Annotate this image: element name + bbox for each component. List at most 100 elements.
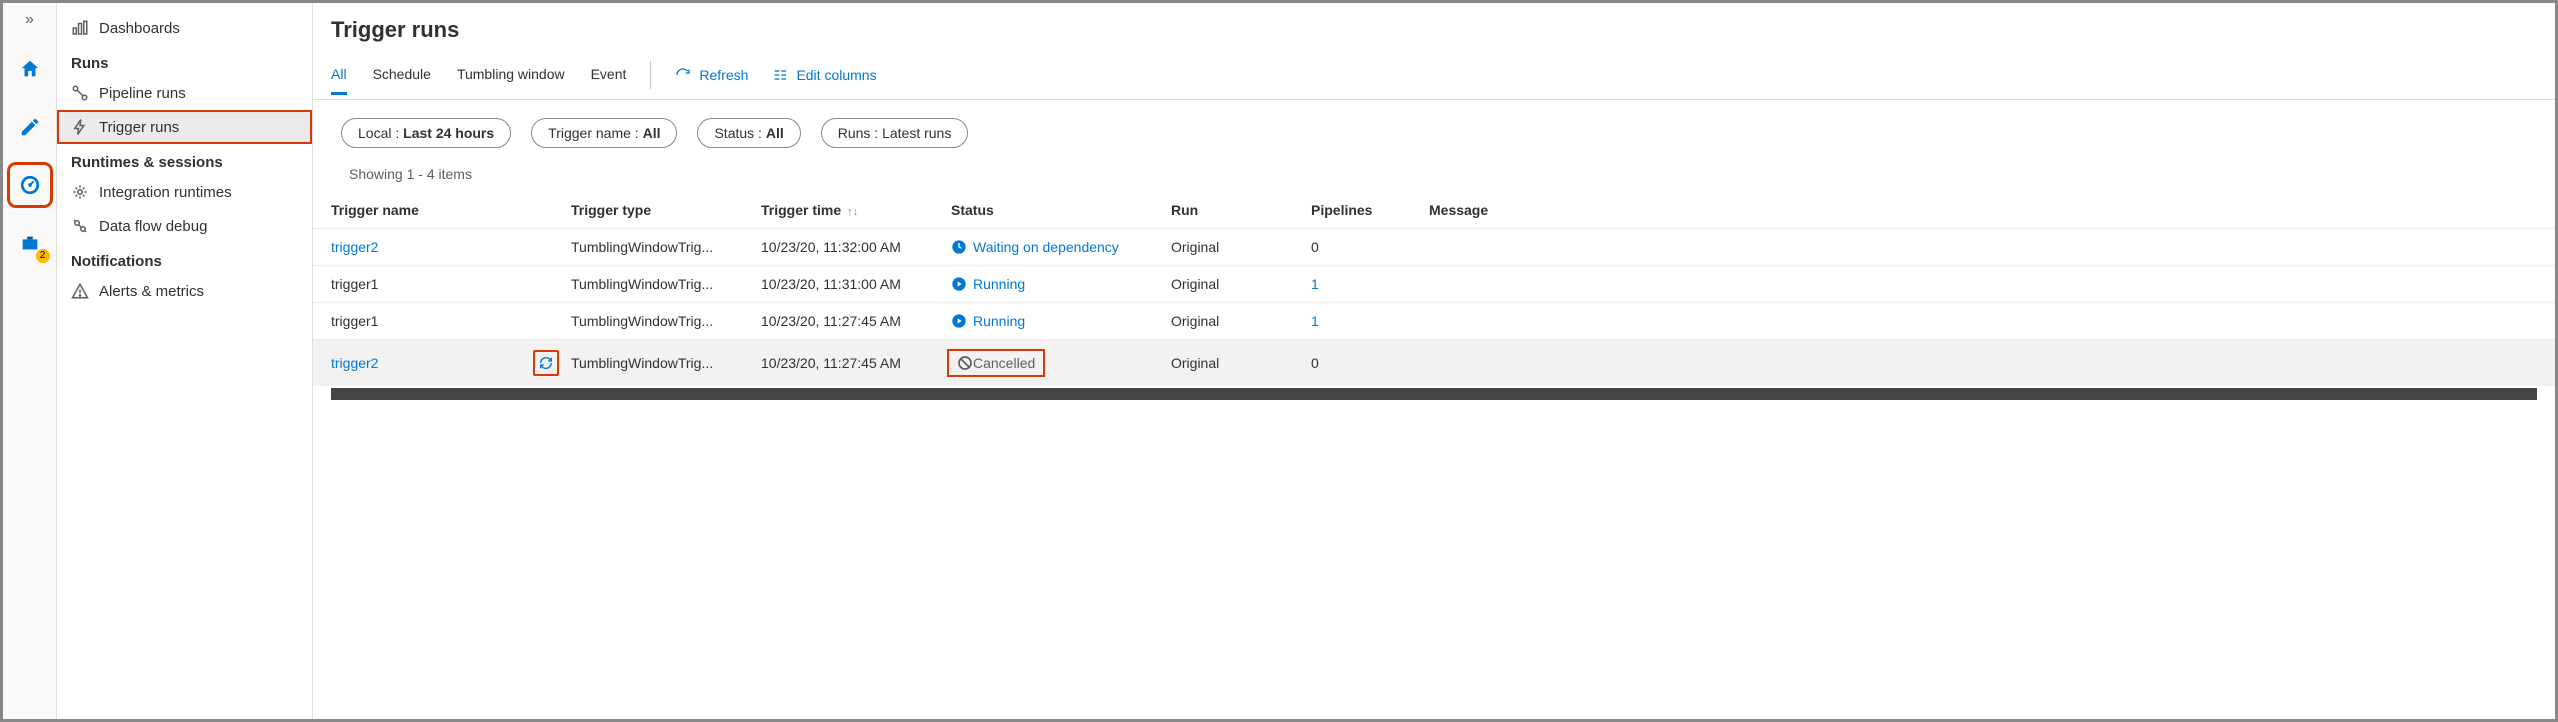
rail-manage[interactable]: 2 xyxy=(12,225,48,261)
tabs: All Schedule Tumbling window Event xyxy=(331,66,626,95)
sidebar-item-dashboards[interactable]: Dashboards xyxy=(57,11,312,45)
pencil-icon xyxy=(19,116,41,138)
sort-icon: ↑↓ xyxy=(847,206,858,218)
rail-author[interactable] xyxy=(12,109,48,145)
cell-pipelines[interactable]: 1 xyxy=(1311,313,1429,329)
grid-header: Trigger name Trigger type Trigger time ↑↓… xyxy=(313,192,2555,228)
sidebar-item-pipeline-runs[interactable]: Pipeline runs xyxy=(57,76,312,110)
cell-trigger-time: 10/23/20, 11:32:00 AM xyxy=(761,239,951,255)
filter-label: Local : xyxy=(358,125,403,141)
icon-rail: » 2 xyxy=(3,3,57,719)
sidebar-group-runtimes: Runtimes & sessions xyxy=(57,144,312,175)
cell-status: Running xyxy=(951,276,1171,292)
page-title: Trigger runs xyxy=(313,17,2555,43)
refresh-label: Refresh xyxy=(699,67,748,83)
expand-icon[interactable]: » xyxy=(25,11,34,29)
table-row[interactable]: trigger2 TumblingWindowTrig...10/23/20, 1… xyxy=(313,228,2555,265)
cell-pipelines: 0 xyxy=(1311,355,1429,371)
table-row[interactable]: trigger1 TumblingWindowTrig...10/23/20, 1… xyxy=(313,302,2555,339)
sidebar-item-trigger-runs[interactable]: Trigger runs xyxy=(57,110,312,144)
sidebar-item-alerts-metrics[interactable]: Alerts & metrics xyxy=(57,274,312,308)
cell-run: Original xyxy=(1171,313,1311,329)
col-status[interactable]: Status xyxy=(951,202,1171,218)
cell-trigger-name[interactable]: trigger2 xyxy=(331,355,378,371)
col-pipelines[interactable]: Pipelines xyxy=(1311,202,1429,218)
cell-trigger-type: TumblingWindowTrig... xyxy=(571,276,761,292)
cell-status: Cancelled xyxy=(951,353,1171,373)
cell-run: Original xyxy=(1171,355,1311,371)
sidebar-label: Trigger runs xyxy=(99,119,179,136)
trigger-icon xyxy=(71,118,89,136)
col-message[interactable]: Message xyxy=(1429,202,2537,218)
edit-columns-button[interactable]: Edit columns xyxy=(772,67,876,93)
rerun-button[interactable] xyxy=(533,350,559,376)
col-trigger-type[interactable]: Trigger type xyxy=(571,202,761,218)
debug-icon xyxy=(71,217,89,235)
horizontal-scrollbar[interactable] xyxy=(331,388,2537,400)
sidebar-group-runs: Runs xyxy=(57,45,312,76)
tab-schedule[interactable]: Schedule xyxy=(373,66,431,95)
cell-trigger-type: TumblingWindowTrig... xyxy=(571,313,761,329)
cell-trigger-time: 10/23/20, 11:27:45 AM xyxy=(761,313,951,329)
cell-trigger-type: TumblingWindowTrig... xyxy=(571,355,761,371)
table-row[interactable]: trigger1 TumblingWindowTrig...10/23/20, 1… xyxy=(313,265,2555,302)
cell-pipelines[interactable]: 1 xyxy=(1311,276,1429,292)
cell-status: Running xyxy=(951,313,1171,329)
tab-event[interactable]: Event xyxy=(591,66,627,95)
filter-trigger-name[interactable]: Trigger name : All xyxy=(531,118,677,148)
filter-runs[interactable]: Runs : Latest runs xyxy=(821,118,969,148)
col-trigger-time[interactable]: Trigger time ↑↓ xyxy=(761,202,951,218)
refresh-icon xyxy=(675,67,691,83)
alert-icon xyxy=(71,282,89,300)
cell-trigger-name[interactable]: trigger2 xyxy=(331,239,378,255)
sidebar: Dashboards Runs Pipeline runs Trigger ru… xyxy=(57,3,313,719)
cell-trigger-name: trigger1 xyxy=(331,276,378,292)
filter-value: Last 24 hours xyxy=(403,125,494,141)
main-content: Trigger runs All Schedule Tumbling windo… xyxy=(313,3,2555,719)
divider xyxy=(650,61,651,89)
sidebar-item-integration-runtimes[interactable]: Integration runtimes xyxy=(57,175,312,209)
cell-run: Original xyxy=(1171,239,1311,255)
refresh-button[interactable]: Refresh xyxy=(675,67,748,93)
rail-home[interactable] xyxy=(12,51,48,87)
filter-status[interactable]: Status : All xyxy=(697,118,800,148)
tab-all[interactable]: All xyxy=(331,66,347,95)
table-row[interactable]: trigger2 TumblingWindowTrig...10/23/20, 1… xyxy=(313,339,2555,386)
sidebar-label: Integration runtimes xyxy=(99,184,232,201)
sidebar-item-data-flow-debug[interactable]: Data flow debug xyxy=(57,209,312,243)
integration-icon xyxy=(71,183,89,201)
pipeline-icon xyxy=(71,84,89,102)
sidebar-group-notifications: Notifications xyxy=(57,243,312,274)
col-label: Trigger time xyxy=(761,202,841,218)
badge-count: 2 xyxy=(36,249,50,263)
cell-trigger-time: 10/23/20, 11:31:00 AM xyxy=(761,276,951,292)
cell-status: Waiting on dependency xyxy=(951,239,1171,255)
dashboard-icon xyxy=(71,19,89,37)
filter-value: All xyxy=(643,125,661,141)
tabs-row: All Schedule Tumbling window Event Refre… xyxy=(313,43,2555,100)
status-highlight: Cancelled xyxy=(951,353,1041,373)
gauge-icon xyxy=(19,174,41,196)
sidebar-label: Pipeline runs xyxy=(99,85,186,102)
home-icon xyxy=(19,58,41,80)
rail-monitor[interactable] xyxy=(12,167,48,203)
filter-local[interactable]: Local : Last 24 hours xyxy=(341,118,511,148)
cell-trigger-time: 10/23/20, 11:27:45 AM xyxy=(761,355,951,371)
filter-label: Runs : xyxy=(838,125,882,141)
filter-value: All xyxy=(766,125,784,141)
col-trigger-name[interactable]: Trigger name xyxy=(331,202,571,218)
cell-trigger-name: trigger1 xyxy=(331,313,378,329)
sidebar-label: Alerts & metrics xyxy=(99,283,204,300)
cell-pipelines: 0 xyxy=(1311,239,1429,255)
cell-run: Original xyxy=(1171,276,1311,292)
col-run[interactable]: Run xyxy=(1171,202,1311,218)
filters: Local : Last 24 hours Trigger name : All… xyxy=(313,100,2555,148)
results-grid: Trigger name Trigger type Trigger time ↑↓… xyxy=(313,192,2555,386)
tab-tumbling-window[interactable]: Tumbling window xyxy=(457,66,565,95)
filter-label: Trigger name : xyxy=(548,125,642,141)
cell-trigger-type: TumblingWindowTrig... xyxy=(571,239,761,255)
sidebar-label: Dashboards xyxy=(99,20,180,37)
edit-columns-label: Edit columns xyxy=(796,67,876,83)
columns-icon xyxy=(772,67,788,83)
sidebar-label: Data flow debug xyxy=(99,218,207,235)
